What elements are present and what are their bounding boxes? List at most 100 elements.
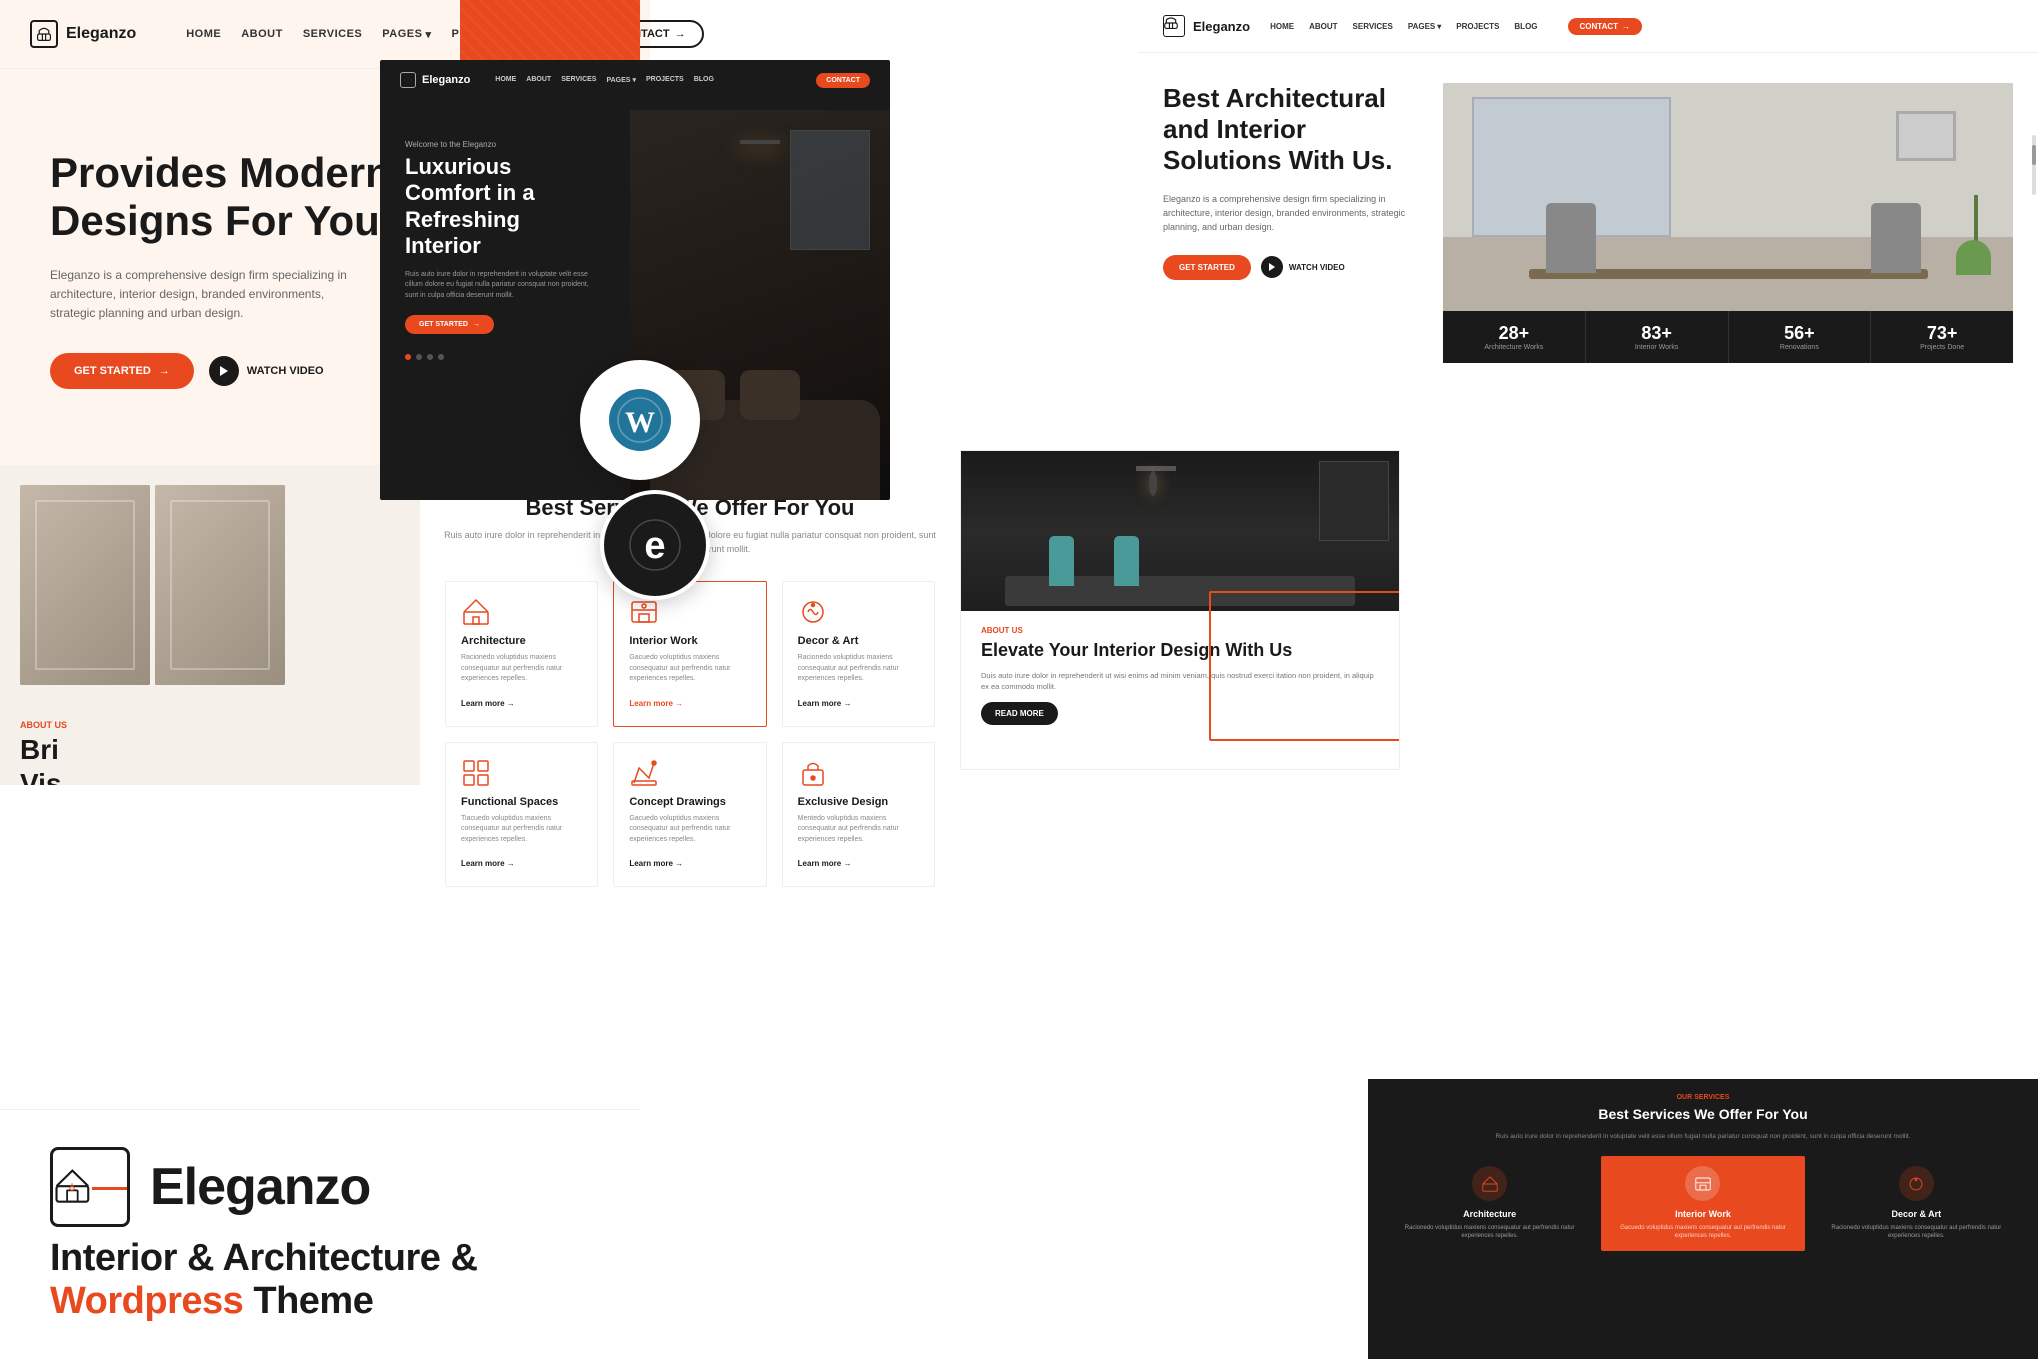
wordpress-logo: W <box>605 385 675 455</box>
mid-nav-services[interactable]: SERVICES <box>561 76 596 84</box>
dark-interior-icon <box>1685 1166 1720 1201</box>
service-link-interior[interactable]: Learn more → <box>629 699 683 708</box>
cabinet <box>1319 461 1389 541</box>
nav-home[interactable]: HOME <box>186 28 221 41</box>
dark-services-desc: Ruis auto irure dolor in reprehenderit i… <box>1368 1132 2038 1141</box>
stat-projects: 73+ Projects Done <box>1871 311 2013 363</box>
dark-decor-icon <box>1899 1166 1934 1201</box>
nav-about[interactable]: ABOUT <box>241 28 283 41</box>
service-link-architecture[interactable]: Learn more → <box>461 699 515 708</box>
mid-nav-pages[interactable]: PAGES▾ <box>606 76 636 84</box>
dot-3[interactable] <box>427 354 433 360</box>
service-title-decor: Decor & Art <box>798 635 919 647</box>
dark-service-decor: Decor & Art Racionedo voluptidus maxiens… <box>1815 1156 2018 1251</box>
hero-3-play-button[interactable]: WATCH VIDEO <box>1261 256 1345 278</box>
service-card-exclusive: Exclusive Design Mentedo voluptidus maxi… <box>782 742 935 888</box>
bottom-tagline: Interior & Architecture & Wordpress Them… <box>50 1237 590 1323</box>
right-nav-pages[interactable]: PAGES▾ <box>1408 22 1441 31</box>
service-title-exclusive: Exclusive Design <box>798 796 919 808</box>
tagline-highlight: Wordpress <box>50 1280 243 1322</box>
right-nav-blog[interactable]: BLOG <box>1514 22 1537 31</box>
drawings-icon <box>629 758 659 788</box>
about-label-1: About Us <box>20 720 67 730</box>
dark-service-desc-interior: Gacuedo voluptidus maxiens consequatur a… <box>1611 1224 1794 1241</box>
stat-label-2: Interior Works <box>1596 344 1718 351</box>
tagline-part1: Interior & Architecture <box>50 1237 440 1279</box>
hero-3-desc: Eleganzo is a comprehensive design firm … <box>1163 192 1413 235</box>
logo-1: Eleganzo <box>30 20 136 48</box>
teal-chair-2 <box>1114 536 1139 586</box>
decor-icon <box>798 597 828 627</box>
hero-3-buttons: GET STARTED WATCH VIDEO <box>1163 255 1413 280</box>
play-circle-1 <box>209 356 239 386</box>
mid-cta-label: GET STARTED <box>419 321 468 328</box>
stat-renovations: 56+ Renovations <box>1729 311 1872 363</box>
right-nav-home[interactable]: HOME <box>1270 22 1294 31</box>
mid-nav-blog[interactable]: BLOG <box>694 76 714 84</box>
hero-1-play-button[interactable]: WATCH VIDEO <box>209 356 324 386</box>
hero-3-cta-button[interactable]: GET STARTED <box>1163 255 1251 280</box>
hero-1-cta-button[interactable]: GET STARTED → <box>50 353 194 389</box>
panel-hero-3: Eleganzo HOME ABOUT SERVICES PAGES▾ PROJ… <box>1138 0 2038 450</box>
stat-label-4: Projects Done <box>1881 344 2003 351</box>
right-nav-services[interactable]: SERVICES <box>1353 22 1393 31</box>
service-desc-architecture: Racionedo voluptidus maxiens consequatur… <box>461 653 582 685</box>
dot-2[interactable] <box>416 354 422 360</box>
service-title-drawings: Concept Drawings <box>629 796 750 808</box>
brand-icon-underline <box>92 1187 127 1190</box>
right-contact-button[interactable]: CONTACT → <box>1568 18 1643 35</box>
mid-desc: Ruis auto irure dolor in reprehenderit i… <box>405 270 595 302</box>
mid-contact-label: CONTACT <box>826 77 860 84</box>
mid-heading: Luxurious Comfort in a Refreshing Interi… <box>405 154 595 260</box>
chevron-down-icon: ▾ <box>425 28 431 41</box>
mid-nav-projects[interactable]: PROJECTS <box>646 76 684 84</box>
stat-architecture: 28+ Architecture Works <box>1443 311 1586 363</box>
service-link-spaces[interactable]: Learn more → <box>461 859 515 868</box>
dot-1[interactable] <box>405 354 411 360</box>
service-link-decor[interactable]: Learn more → <box>798 699 852 708</box>
logo-2: Eleganzo <box>400 72 470 88</box>
right-nav-about[interactable]: ABOUT <box>1309 22 1337 31</box>
service-card-drawings: Concept Drawings Gacuedo voluptidus maxi… <box>613 742 766 888</box>
nav-pages[interactable]: PAGES ▾ <box>382 28 431 41</box>
mid-cta-button[interactable]: GET STARTED → <box>405 315 494 334</box>
about-right-label: About Us <box>981 626 1379 635</box>
brand-row: Eleganzo <box>50 1147 590 1227</box>
service-desc-decor: Racionedo voluptidus maxiens consequatur… <box>798 653 919 685</box>
about-right-heading: Elevate Your Interior Design With Us <box>981 640 1379 662</box>
svg-text:e: e <box>644 525 665 567</box>
scrollbar <box>2032 135 2036 195</box>
about-art-1 <box>20 485 150 685</box>
nav-services[interactable]: SERVICES <box>303 28 362 41</box>
read-more-button[interactable]: READ MORE <box>981 702 1058 725</box>
service-desc-drawings: Gacuedo voluptidus maxiens consequatur a… <box>629 814 750 846</box>
dark-service-architecture: Architecture Racionedo voluptidus maxien… <box>1388 1156 1591 1251</box>
brand-house-icon <box>53 1159 92 1214</box>
service-card-spaces: Functional Spaces Tiacuedo voluptidus ma… <box>445 742 598 888</box>
wall-art <box>1896 111 1956 161</box>
page-wrapper: Eleganzo HOME ABOUT SERVICES PAGES ▾ PRO… <box>0 0 2038 1359</box>
mid-nav-about[interactable]: ABOUT <box>526 76 551 84</box>
about-heading-1: BriVis <box>20 733 410 785</box>
service-link-exclusive[interactable]: Learn more → <box>798 859 852 868</box>
tagline-separator: & <box>450 1237 477 1279</box>
dark-services-label: Our Services <box>1368 1079 2038 1101</box>
read-more-label: READ MORE <box>995 709 1044 718</box>
dark-arch-icon <box>1472 1166 1507 1201</box>
service-title-spaces: Functional Spaces <box>461 796 582 808</box>
right-nav-projects[interactable]: PROJECTS <box>1456 22 1499 31</box>
service-link-drawings[interactable]: Learn more → <box>629 859 683 868</box>
mid-nav-home[interactable]: HOME <box>495 76 516 84</box>
mid-contact-button[interactable]: CONTACT <box>816 73 870 88</box>
service-desc-interior: Gacuedo voluptidus maxiens consequatur a… <box>629 653 750 685</box>
bottom-branding: Eleganzo Interior & Architecture & Wordp… <box>0 1109 640 1359</box>
about-art-2 <box>155 485 285 685</box>
dark-service-title-decor: Decor & Art <box>1825 1209 2008 1219</box>
stats-bar: 28+ Architecture Works 83+ Interior Work… <box>1443 311 2013 363</box>
dark-service-interior: Interior Work Gacuedo voluptidus maxiens… <box>1601 1156 1804 1251</box>
arrow-right-icon: → <box>675 28 686 40</box>
kitchen-interior <box>961 451 1399 611</box>
dot-4[interactable] <box>438 354 444 360</box>
cta-label-1: GET STARTED <box>74 365 151 377</box>
wp-circle: W <box>580 360 700 480</box>
